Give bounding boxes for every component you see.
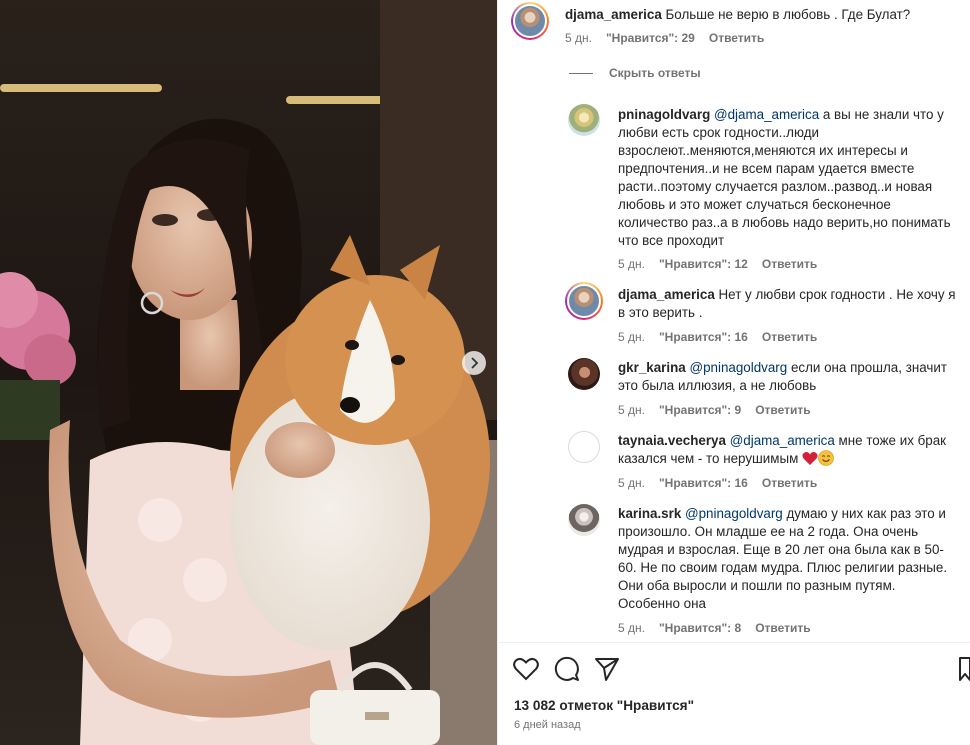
comment-username[interactable]: karina.srk (618, 506, 681, 521)
comment-username[interactable]: gkr_karina (618, 360, 686, 375)
save-button[interactable] (958, 656, 970, 687)
caption-likes[interactable]: "Нравится": 29 (606, 31, 695, 45)
caption-meta: 5 дн. "Нравится": 29 Ответить (565, 31, 764, 45)
actions-divider (497, 642, 970, 643)
comment-mention[interactable]: @pninagoldvarg (685, 506, 783, 521)
author-avatar[interactable] (511, 2, 549, 40)
comment-meta: 5 дн. "Нравится": 9 Ответить (618, 403, 811, 417)
comment-button[interactable] (554, 656, 580, 687)
avatar[interactable] (568, 431, 600, 463)
comment-age[interactable]: 5 дн. (618, 257, 645, 271)
comment-meta: 5 дн. "Нравится": 8 Ответить (618, 621, 811, 635)
comment-meta: 5 дн. "Нравится": 16 Ответить (618, 476, 817, 490)
chevron-right-icon (471, 357, 479, 369)
bookmark-icon (959, 657, 970, 681)
post-caption: djama_america Больше не верю в любовь . … (565, 6, 955, 24)
red-heart-icon (802, 452, 818, 465)
avatar[interactable] (568, 358, 600, 390)
avatar[interactable] (568, 504, 600, 536)
avatar[interactable] (568, 104, 600, 136)
heart-icon (513, 657, 539, 681)
comment-text: а вы не знали что у любви есть срок годн… (618, 107, 951, 248)
comment-item: pninagoldvarg @djama_america а вы не зна… (618, 106, 958, 250)
comment-mention[interactable]: @pninagoldvarg (689, 360, 787, 375)
post-image (0, 0, 497, 745)
caption-age[interactable]: 5 дн. (565, 31, 592, 45)
comment-item: djama_america Нет у любви срок годности … (618, 286, 958, 322)
caption-username[interactable]: djama_america (565, 7, 662, 22)
reply-button[interactable]: Ответить (755, 621, 810, 635)
avatar[interactable] (565, 282, 603, 320)
likes-count[interactable]: 13 082 отметок "Нравится" (514, 698, 694, 713)
like-button[interactable] (513, 657, 539, 686)
comment-likes[interactable]: "Нравится": 16 (659, 330, 748, 344)
reply-button[interactable]: Ответить (755, 403, 810, 417)
comment-item: gkr_karina @pninagoldvarg если она прошл… (618, 359, 958, 395)
share-button[interactable] (594, 656, 620, 687)
comment-likes[interactable]: "Нравится": 8 (659, 621, 741, 635)
comment-likes[interactable]: "Нравится": 9 (659, 403, 741, 417)
hide-replies-button[interactable]: Скрыть ответы (569, 66, 701, 80)
caption-reply-button[interactable]: Ответить (709, 31, 764, 45)
comment-likes[interactable]: "Нравится": 16 (659, 476, 748, 490)
comment-username[interactable]: taynaia.vecherya (618, 433, 726, 448)
next-photo-button[interactable] (462, 351, 486, 375)
comment-item: karina.srk @pninagoldvarg думаю у них ка… (618, 505, 958, 613)
comment-username[interactable]: djama_america (618, 287, 715, 302)
post-photo (0, 0, 497, 745)
reply-button[interactable]: Ответить (762, 257, 817, 271)
comment-age[interactable]: 5 дн. (618, 476, 645, 490)
hide-replies-label: Скрыть ответы (609, 66, 701, 80)
comment-text: думаю у них как раз это и произошло. Он … (618, 506, 948, 611)
comment-age[interactable]: 5 дн. (618, 330, 645, 344)
comment-age[interactable]: 5 дн. (618, 621, 645, 635)
reply-button[interactable]: Ответить (762, 330, 817, 344)
comment-mention[interactable]: @djama_america (714, 107, 819, 122)
comment-mention[interactable]: @djama_america (730, 433, 835, 448)
smiling-face-icon (818, 450, 834, 466)
comment-meta: 5 дн. "Нравится": 16 Ответить (618, 330, 817, 344)
comment-item: taynaia.vecherya @djama_america мне тоже… (618, 432, 958, 468)
reply-button[interactable]: Ответить (762, 476, 817, 490)
comment-username[interactable]: pninagoldvarg (618, 107, 710, 122)
comment-age[interactable]: 5 дн. (618, 403, 645, 417)
comment-icon (554, 656, 579, 681)
comment-meta: 5 дн. "Нравится": 12 Ответить (618, 257, 817, 271)
comment-likes[interactable]: "Нравится": 12 (659, 257, 748, 271)
share-icon (595, 658, 619, 681)
divider-line (569, 72, 593, 74)
caption-text: Больше не верю в любовь . Где Булат? (665, 7, 911, 22)
post-date[interactable]: 6 дней назад (514, 719, 581, 731)
